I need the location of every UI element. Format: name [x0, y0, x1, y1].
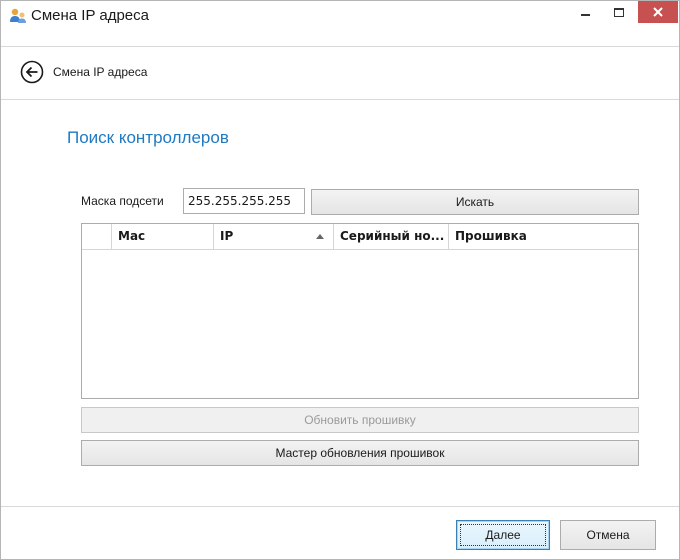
column-header-serial[interactable]: Серийный но... — [334, 224, 449, 249]
minimize-icon — [580, 14, 590, 16]
firmware-wizard-button[interactable]: Мастер обновления прошивок — [81, 440, 639, 466]
main-window: Смена IP адреса Смена IP адреса Поиск ко… — [0, 0, 680, 560]
sort-ascending-icon — [316, 234, 324, 239]
users-icon — [10, 8, 26, 23]
close-icon — [653, 7, 663, 17]
search-button[interactable]: Искать — [311, 189, 639, 215]
nav-title: Смена IP адреса — [53, 65, 148, 79]
maximize-button[interactable] — [607, 1, 631, 23]
minimize-button[interactable] — [573, 1, 597, 23]
column-header-firmware[interactable]: Прошивка — [449, 224, 638, 249]
controllers-table[interactable]: Mac IP Серийный но... Прошивка — [81, 223, 639, 399]
divider — [1, 46, 679, 47]
focus-rectangle — [460, 524, 546, 546]
maximize-icon — [614, 7, 624, 17]
update-firmware-button[interactable]: Обновить прошивку — [81, 407, 639, 433]
title-bar[interactable]: Смена IP адреса — [1, 1, 679, 31]
subnet-mask-input[interactable] — [183, 188, 305, 214]
section-heading: Поиск контроллеров — [67, 128, 229, 147]
next-button[interactable]: Далее — [456, 520, 550, 550]
column-header-mac[interactable]: Mac — [112, 224, 214, 249]
column-header-ip[interactable]: IP — [214, 224, 334, 249]
divider — [1, 99, 679, 100]
table-header: Mac IP Серийный но... Прошивка — [82, 224, 638, 250]
subnet-mask-label: Маска подсети — [81, 194, 164, 208]
window-title: Смена IP адреса — [31, 7, 149, 24]
back-arrow-icon[interactable] — [20, 60, 44, 84]
column-header-ip-label: IP — [220, 229, 234, 243]
divider — [1, 506, 679, 507]
close-button[interactable] — [638, 1, 678, 23]
column-header-select[interactable] — [82, 224, 112, 249]
cancel-button[interactable]: Отмена — [560, 520, 656, 550]
